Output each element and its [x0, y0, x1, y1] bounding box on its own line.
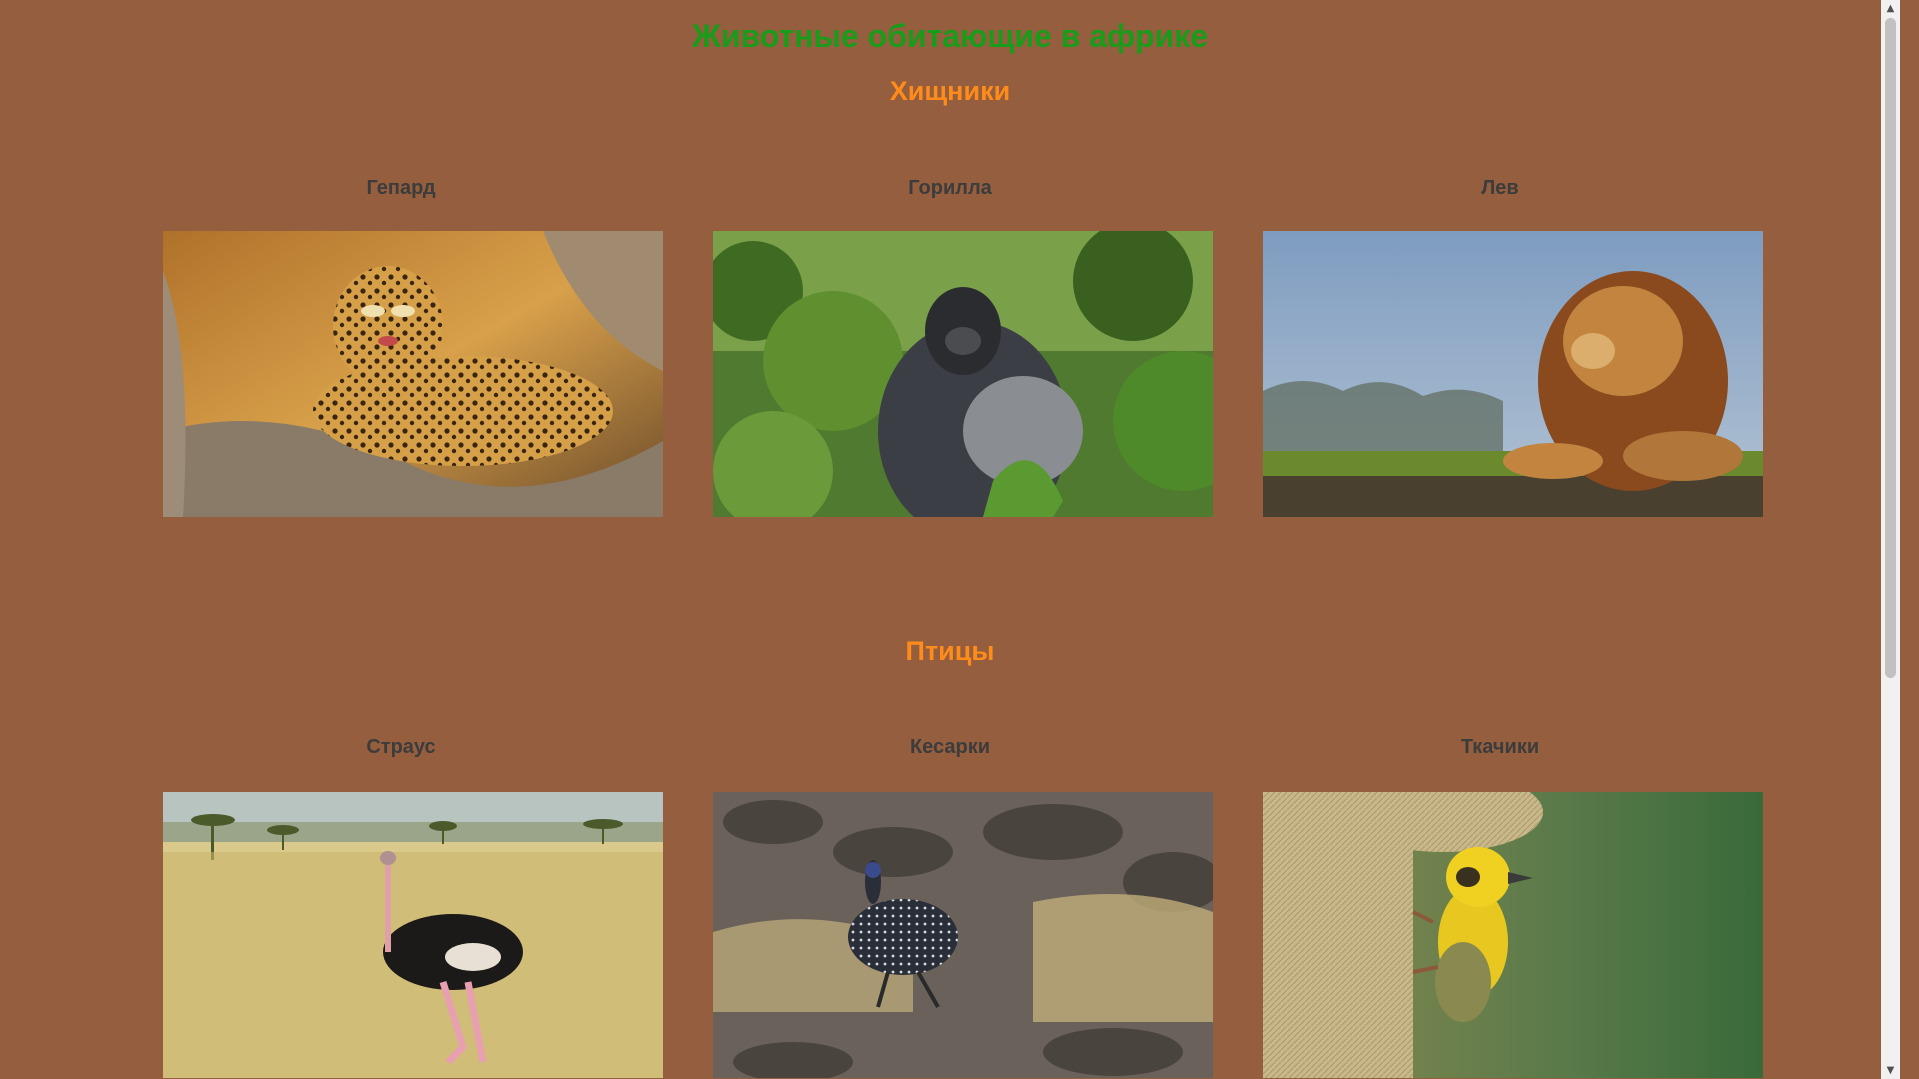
- gorilla-image: [713, 231, 1213, 517]
- section-title-predators: Хищники: [889, 76, 1011, 106]
- card-label-guineafowl: Кесарки: [909, 736, 991, 758]
- triangle-up-icon[interactable]: ▲: [1881, 0, 1900, 17]
- guineafowl-image: [713, 792, 1213, 1078]
- card-label-cheetah: Гепард: [366, 177, 436, 199]
- scrollbar-thumb[interactable]: [1885, 18, 1896, 678]
- scrollbar[interactable]: ▲ ▼: [1881, 0, 1900, 1079]
- ostrich-image: [163, 792, 663, 1078]
- lion-image: [1263, 231, 1763, 517]
- card-label-gorilla: Горилла: [908, 177, 992, 199]
- cheetah-image: [163, 231, 663, 517]
- card-label-weaver: Ткачики: [1460, 736, 1540, 758]
- triangle-down-icon[interactable]: ▼: [1881, 1062, 1900, 1079]
- weaver-image: [1263, 792, 1763, 1078]
- card-label-lion: Лев: [1481, 177, 1519, 199]
- page: Животные обитающие в африке Хищники Гепа…: [0, 0, 1900, 1079]
- card-label-ostrich: Страус: [366, 736, 436, 758]
- page-title: Животные обитающие в африке: [691, 18, 1209, 54]
- section-title-birds: Птицы: [905, 636, 995, 666]
